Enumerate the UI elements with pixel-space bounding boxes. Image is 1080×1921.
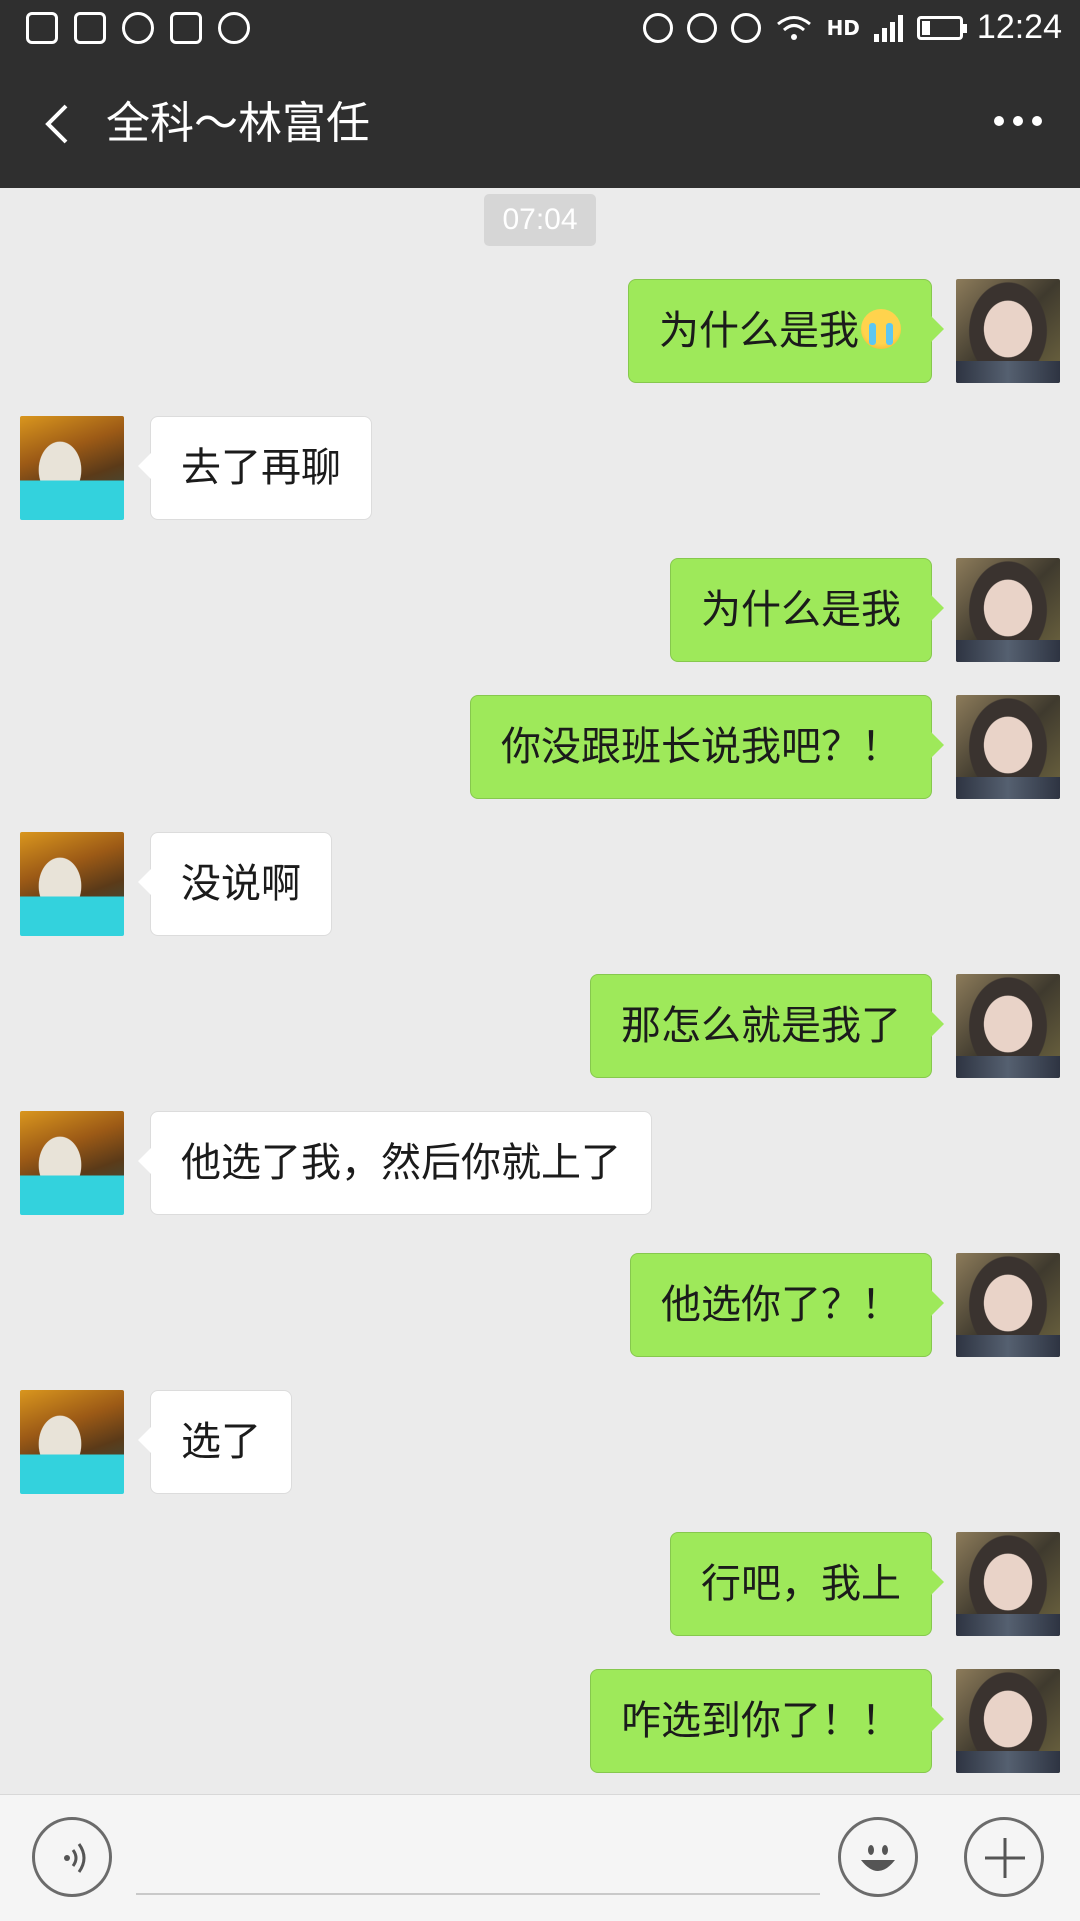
status-right-icons: HD 12:24 [642, 8, 1062, 47]
my-message-bubble[interactable]: 你没跟班长说我吧？！ [470, 695, 944, 799]
message-row: 你没跟班长说我吧？！ [0, 695, 1080, 799]
friend-message-bubble[interactable]: 没说啊 [138, 832, 332, 936]
message-row: 他选了我，然后你就上了 [0, 1111, 1080, 1215]
status-bar: HD 12:24 [0, 0, 1080, 62]
message-row: 他选你了？！ [0, 1253, 1080, 1357]
plus-button[interactable] [964, 1817, 1044, 1897]
more-dots-icon[interactable] [994, 116, 1042, 126]
my-message-bubble[interactable]: 咋选到你了！！ [590, 1669, 944, 1773]
message-row: 为什么是我 [0, 558, 1080, 662]
sync-icon [122, 12, 154, 44]
my-message-bubble[interactable]: 行吧，我上 [670, 1532, 944, 1636]
message-text: 为什么是我 [659, 308, 859, 354]
friend-message-bubble[interactable]: 他选了我，然后你就上了 [138, 1111, 652, 1215]
my-avatar[interactable] [956, 1253, 1060, 1357]
my-avatar[interactable] [956, 1669, 1060, 1773]
voice-icon [64, 1843, 86, 1873]
message-row: 咋选到你了！！ [0, 1669, 1080, 1773]
s-app-icon [74, 12, 106, 44]
status-time: 12:24 [976, 8, 1062, 46]
vibrate-off-icon [686, 12, 717, 43]
status-left-icons [26, 12, 250, 44]
my-message-bubble[interactable]: 那怎么就是我了 [590, 974, 944, 1078]
chat-header: 全科～林富任 [0, 62, 1080, 188]
message-timestamp: 07:04 [484, 194, 596, 246]
friend-avatar[interactable] [20, 1390, 124, 1494]
my-avatar[interactable] [956, 558, 1060, 662]
plus-icon [985, 1838, 1025, 1878]
friend-avatar[interactable] [20, 832, 124, 936]
message-row: 那怎么就是我了 [0, 974, 1080, 1078]
my-avatar[interactable] [956, 1532, 1060, 1636]
network-type-label: HD [826, 15, 860, 40]
message-row: 行吧，我上 [0, 1532, 1080, 1636]
emoji-button[interactable] [838, 1817, 918, 1897]
more-circle-icon [218, 12, 250, 44]
mute-icon [642, 12, 673, 43]
battery-icon [916, 15, 967, 40]
signal-icon [873, 14, 903, 42]
chat-title: 全科～林富任 [106, 98, 370, 149]
alarm-icon [730, 12, 761, 43]
wifi-icon [776, 15, 811, 40]
my-avatar[interactable] [956, 279, 1060, 383]
friend-avatar[interactable] [20, 416, 124, 520]
smile-icon [861, 1845, 895, 1871]
friend-message-bubble[interactable]: 选了 [138, 1390, 292, 1494]
shield-icon [170, 12, 202, 44]
my-avatar[interactable] [956, 695, 1060, 799]
message-input[interactable] [136, 1819, 820, 1895]
message-row: 去了再聊 [0, 416, 1080, 520]
message-row: 为什么是我 [0, 279, 1080, 383]
my-message-bubble[interactable]: 为什么是我 [670, 558, 944, 662]
friend-message-bubble[interactable]: 去了再聊 [138, 416, 372, 520]
message-row: 没说啊 [0, 832, 1080, 936]
sd-card-icon [26, 12, 58, 44]
my-message-bubble[interactable]: 为什么是我 [628, 279, 944, 383]
battery-level [921, 20, 930, 35]
friend-avatar[interactable] [20, 1111, 124, 1215]
back-arrow-icon[interactable] [38, 102, 82, 146]
my-message-bubble[interactable]: 他选你了？！ [630, 1253, 944, 1357]
input-bar [0, 1794, 1080, 1921]
message-row: 选了 [0, 1390, 1080, 1494]
voice-button[interactable] [32, 1817, 112, 1897]
my-avatar[interactable] [956, 974, 1060, 1078]
crying-emoji-icon [861, 309, 901, 349]
